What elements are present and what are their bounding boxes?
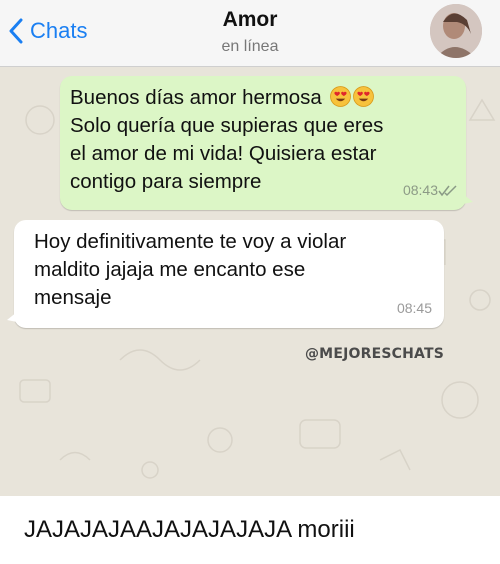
message-line: Buenos días amor hermosa — [70, 86, 322, 109]
message-line: contigo para siempre — [70, 170, 262, 193]
message-time: 08:43 — [402, 182, 438, 198]
contact-status: en línea — [221, 38, 279, 55]
message-time: 08:45 — [396, 300, 432, 316]
avatar-image — [430, 4, 482, 58]
heart-eyes-emoji — [329, 86, 351, 107]
avatar[interactable] — [430, 4, 482, 58]
contact-name[interactable]: Amor — [0, 8, 500, 32]
message-line: Hoy definitivamente te voy a violar — [34, 230, 347, 253]
incoming-message[interactable]: Hoy definitivamente te voy a violar mald… — [7, 220, 444, 328]
message-text: Buenos días amor hermosa Solo quería que… — [70, 84, 460, 196]
watermark: @MEJORESCHATS — [304, 346, 444, 362]
heart-eyes-emoji — [352, 86, 374, 107]
chat-screen: Chats Amor en línea Buenos días amor her… — [0, 0, 500, 496]
message-line: maldito jajaja me encanto ese — [34, 258, 306, 281]
message-line: Solo quería que supieras que eres — [70, 114, 384, 137]
message-text: Hoy definitivamente te voy a violar mald… — [34, 228, 434, 312]
chat-header: Chats Amor en línea — [0, 0, 500, 67]
message-line: el amor de mi vida! Quisiera estar — [70, 142, 377, 165]
message-line: mensaje — [34, 286, 112, 309]
double-check-icon — [438, 185, 457, 197]
caption: JAJAJAJAAJAJAJAJAJA moriii — [24, 516, 355, 543]
outgoing-message[interactable]: Buenos días amor hermosa Solo quería que… — [60, 76, 473, 210]
